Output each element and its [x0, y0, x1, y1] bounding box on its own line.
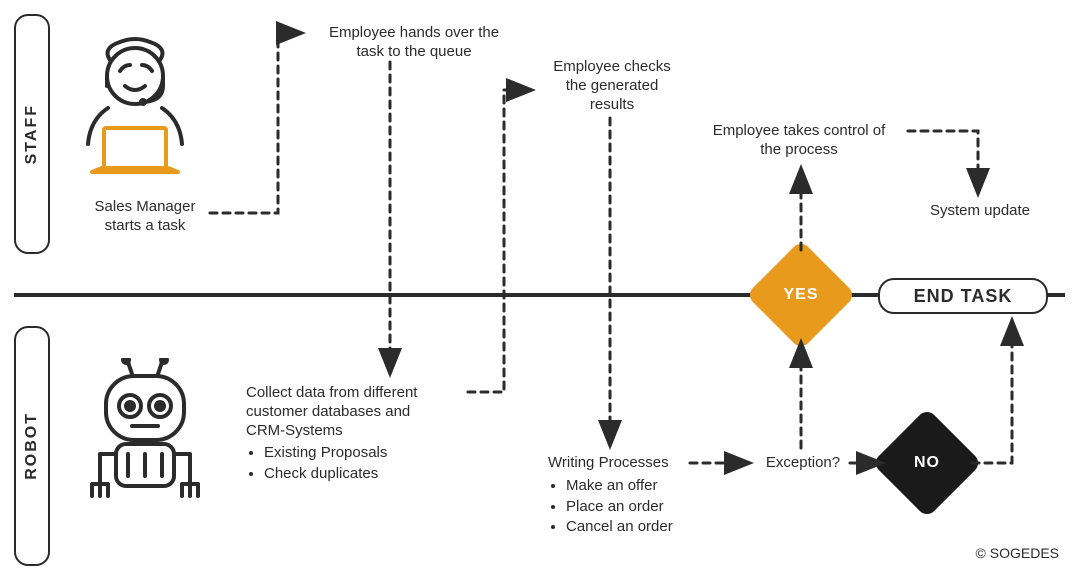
copyright: © SOGEDES — [976, 545, 1059, 561]
flow-arrows — [0, 0, 1079, 575]
